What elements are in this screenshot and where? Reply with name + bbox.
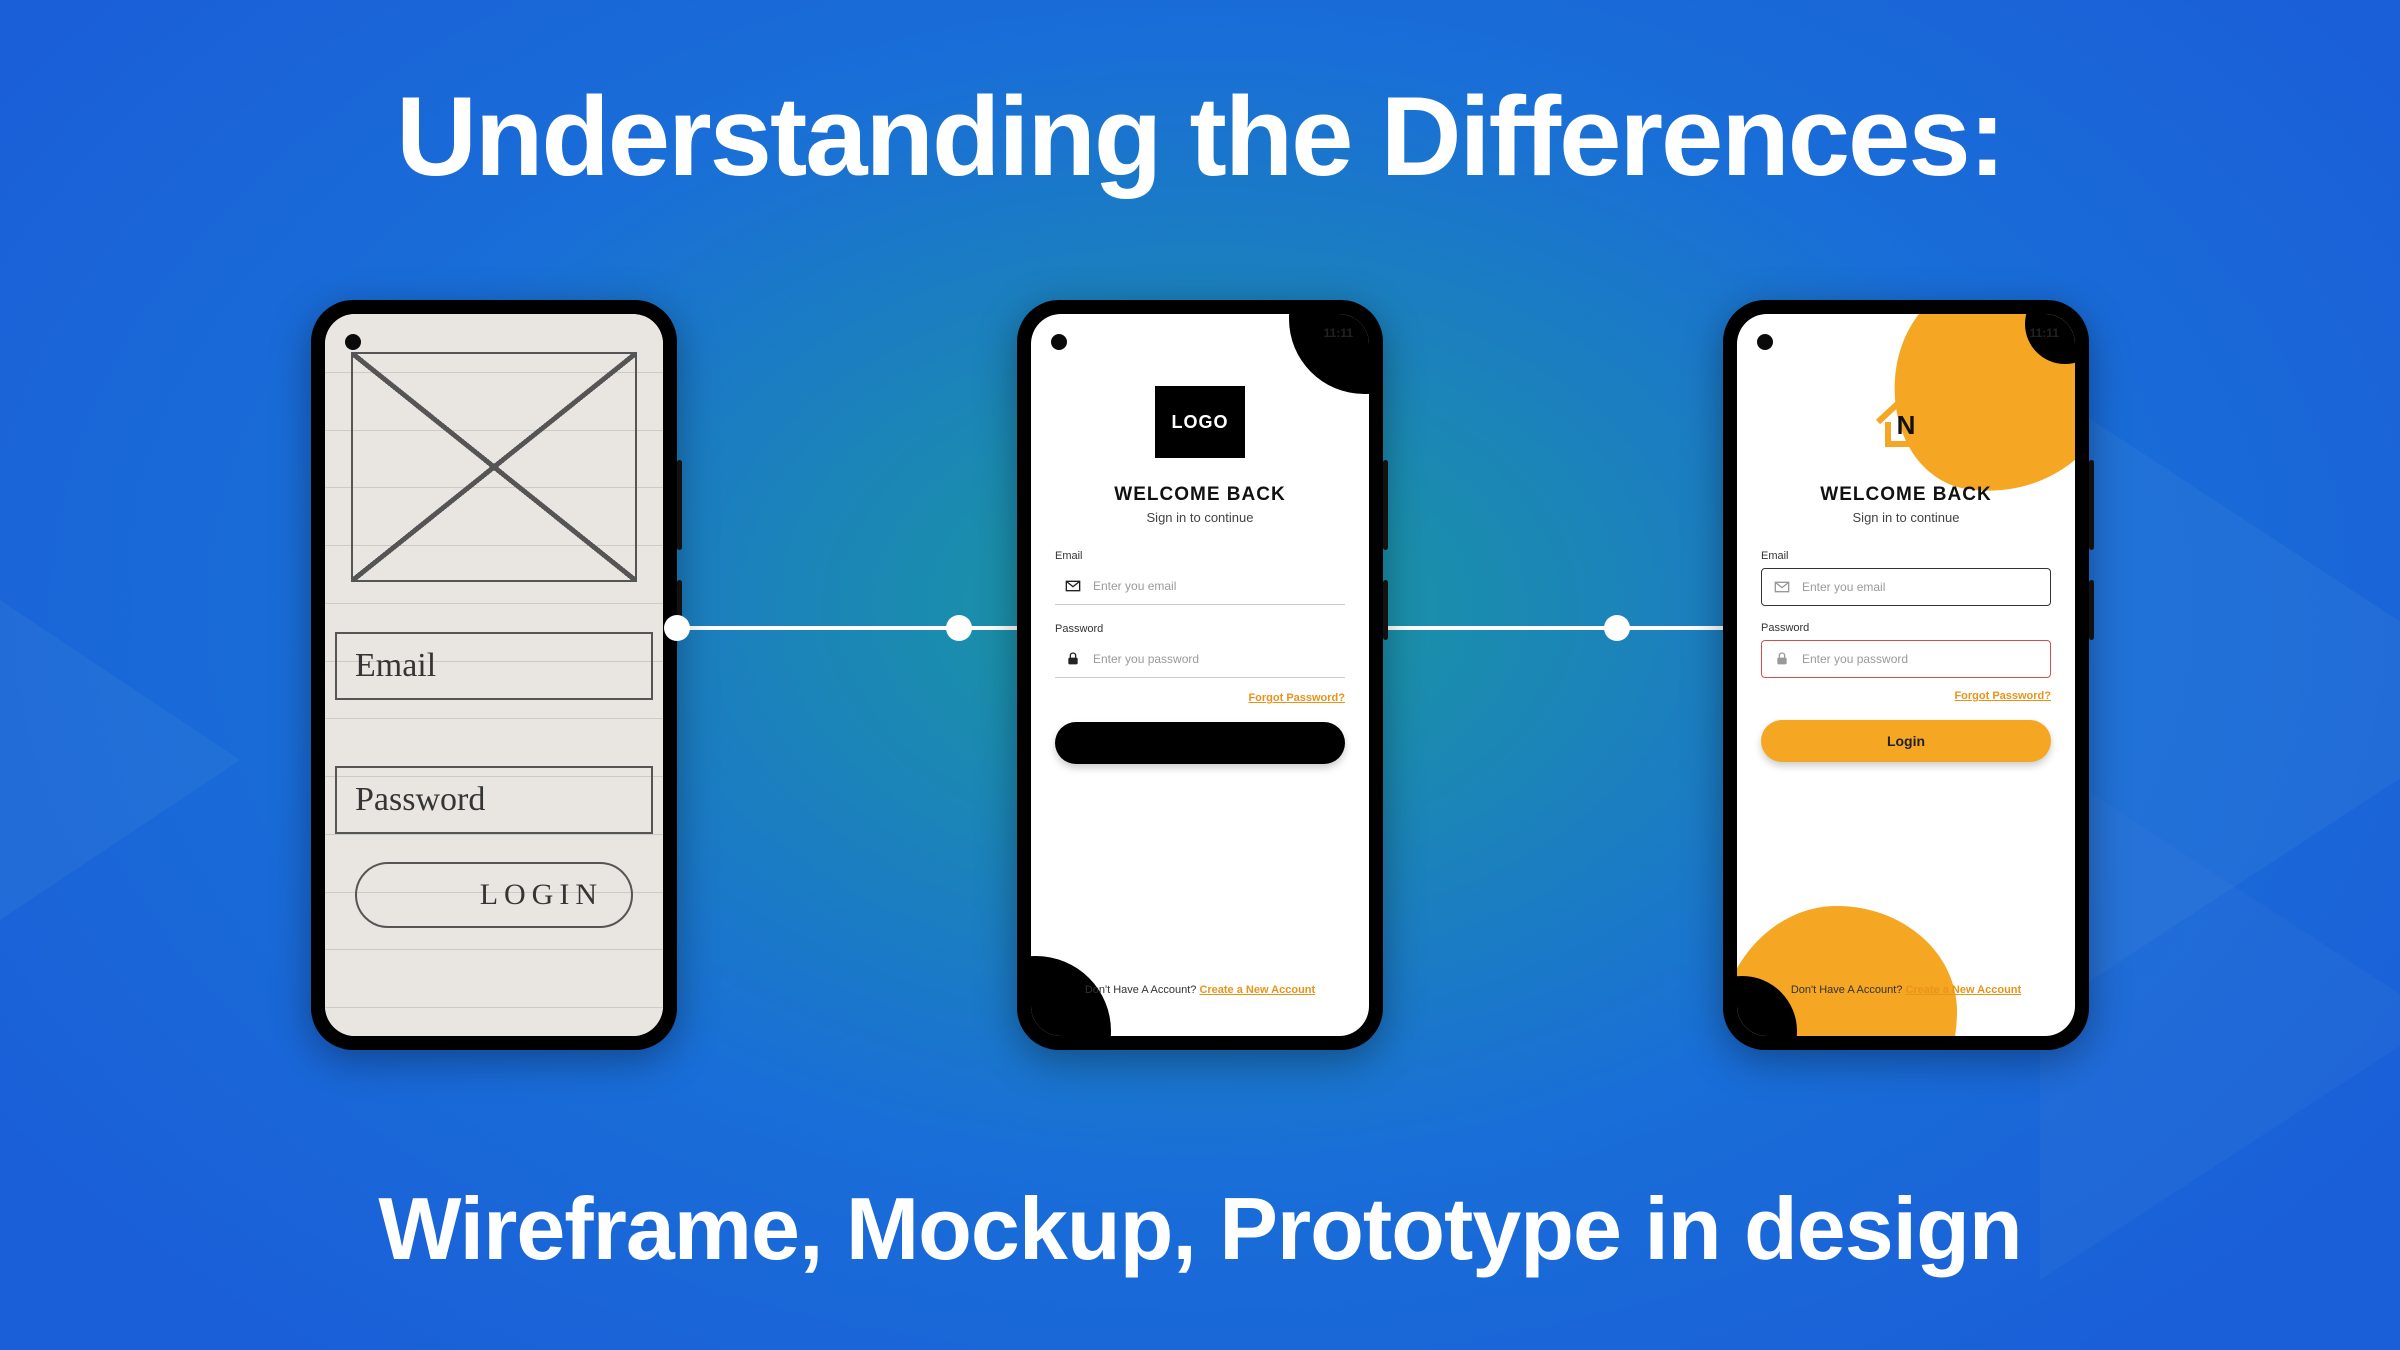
brand-logo-icon: N [1866,378,1946,458]
mail-icon [1065,578,1081,594]
create-account-link[interactable]: Create a New Account [1199,984,1315,996]
page-title: Understanding the Differences: [0,72,2400,201]
paper-background: Email Password LOGIN [325,314,663,1036]
page-subtitle: Wireframe, Mockup, Prototype in design [0,1178,2400,1280]
phone-prototype: 11:11 N WELCOME BACK Sign in to continue… [1723,300,2089,1050]
email-field[interactable]: Enter you email [1761,568,2051,606]
phone-wireframe: Email Password LOGIN [311,300,677,1050]
progress-node-4 [1604,615,1630,641]
progress-node-2 [946,615,972,641]
email-field[interactable]: Enter you email [1055,568,1345,605]
password-field[interactable]: Enter you password [1761,640,2051,678]
phone-camera-icon [1757,334,1773,350]
login-button[interactable] [1055,722,1345,764]
welcome-heading: WELCOME BACK [1737,484,2075,506]
image-placeholder-box [351,352,637,582]
lock-icon [1774,651,1790,667]
progress-node-3 [1324,615,1350,641]
no-account-line: Don't Have A Account? Create a New Accou… [1737,984,2075,996]
phone-camera-icon [345,334,361,350]
password-placeholder: Enter you password [1093,652,1199,666]
create-account-link[interactable]: Create a New Account [1905,984,2021,996]
phone-screen-prototype: 11:11 N WELCOME BACK Sign in to continue… [1737,314,2075,1036]
lock-icon [1065,651,1081,667]
login-form: Email Enter you email Password Enter you… [1761,550,2051,762]
phone-screen-mockup: 11:11 LOGO WELCOME BACK Sign in to conti… [1031,314,1369,1036]
phone-side-button [2089,460,2094,550]
login-button[interactable]: Login [1761,720,2051,762]
email-placeholder: Enter you email [1802,580,1885,594]
forgot-password-link[interactable]: Forgot Password? [1761,690,2051,702]
email-field-sketch[interactable]: Email [335,632,653,700]
no-account-text: Don't Have A Account? [1085,984,1200,996]
forgot-password-link[interactable]: Forgot Password? [1055,692,1345,704]
email-label: Email [1761,550,2051,562]
password-field[interactable]: Enter you password [1055,641,1345,678]
phone-side-button [1383,460,1388,550]
email-label: Email [1055,550,1345,562]
password-label: Password [1055,623,1345,635]
status-bar-clock: 11:11 [2030,326,2059,340]
phone-screen-wireframe: Email Password LOGIN [325,314,663,1036]
password-field-sketch[interactable]: Password [335,766,653,834]
email-placeholder: Enter you email [1093,579,1176,593]
login-button-sketch[interactable]: LOGIN [355,862,633,928]
phone-side-button [677,460,682,550]
welcome-heading: WELCOME BACK [1031,484,1369,506]
corner-decor-bottom [1031,956,1111,1036]
password-label: Password [1761,622,2051,634]
no-account-text: Don't Have A Account? [1791,984,1906,996]
phone-side-button [1383,580,1388,640]
mail-icon [1774,579,1790,595]
phone-row: Email Password LOGIN 11:11 LOGO WELCOME … [0,290,2400,1060]
login-form: Email Enter you email Password Enter you… [1055,550,1345,764]
phone-side-button [2089,580,2094,640]
no-account-line: Don't Have A Account? Create a New Accou… [1031,984,1369,996]
password-placeholder: Enter you password [1802,652,1908,666]
welcome-subheading: Sign in to continue [1737,510,2075,525]
phone-mockup: 11:11 LOGO WELCOME BACK Sign in to conti… [1017,300,1383,1050]
logo-placeholder: LOGO [1155,386,1245,458]
svg-text:N: N [1897,410,1916,440]
phone-camera-icon [1051,334,1067,350]
status-bar-clock: 11:11 [1324,326,1353,340]
welcome-subheading: Sign in to continue [1031,510,1369,525]
progress-node-1 [664,615,690,641]
